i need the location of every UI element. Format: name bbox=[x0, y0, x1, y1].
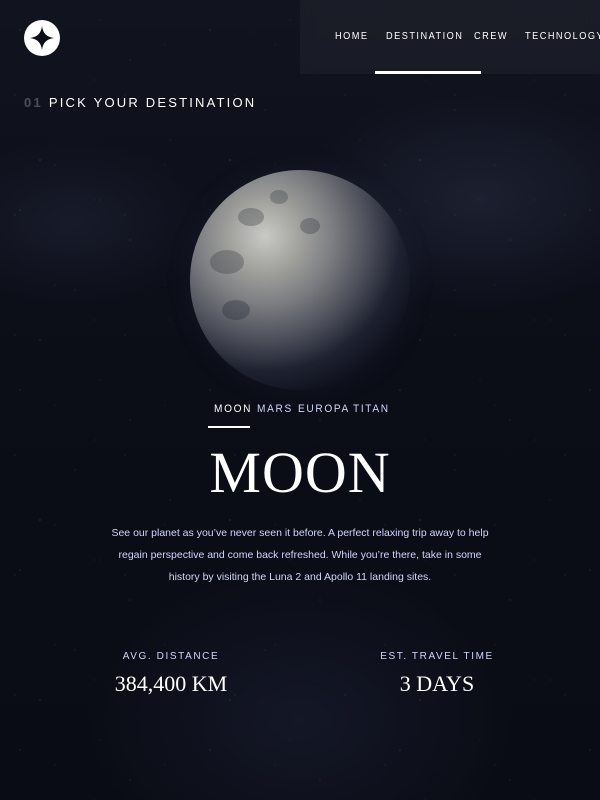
stat-distance-label: AVG. DISTANCE bbox=[122, 651, 220, 662]
nav-item-destination[interactable]: DESTINATION bbox=[374, 0, 482, 74]
tab-moon[interactable]: MOON bbox=[207, 403, 255, 428]
stat-travel-label: EST. TRAVEL TIME bbox=[380, 651, 494, 662]
stat-distance: AVG. DISTANCE 384,400 KM bbox=[71, 650, 271, 698]
moon-image bbox=[190, 170, 410, 390]
moon-crater bbox=[222, 300, 250, 320]
tab-label: EUROPA bbox=[298, 403, 350, 415]
nav-item-home[interactable]: HOME bbox=[335, 0, 371, 74]
tab-label: TITAN bbox=[353, 403, 390, 415]
moon-crater bbox=[300, 218, 320, 234]
tab-label: MOON bbox=[214, 403, 253, 415]
star-logo-icon bbox=[30, 26, 54, 50]
stat-travel-value: 3 DAYS bbox=[399, 671, 475, 696]
nav-item-label: DESTINATION bbox=[386, 31, 464, 42]
tab-europa[interactable]: EUROPA bbox=[298, 403, 354, 415]
page-title: PICK YOUR DESTINATION bbox=[48, 95, 257, 110]
tab-mars[interactable]: MARS bbox=[257, 403, 296, 415]
destination-name: MOON bbox=[209, 440, 391, 505]
logo[interactable] bbox=[24, 20, 60, 56]
tab-label: MARS bbox=[257, 403, 293, 415]
destination-tabs: MOON MARS EUROPA TITAN bbox=[0, 403, 600, 433]
page-heading: 01 PICK YOUR DESTINATION bbox=[24, 95, 256, 110]
stat-distance-value: 384,400 KM bbox=[114, 671, 228, 696]
nav-item-label: TECHNOLOGY bbox=[525, 31, 600, 42]
moon-crater bbox=[270, 190, 288, 204]
destination-description: See our planet as you’ve never seen it b… bbox=[111, 527, 489, 583]
nav-item-crew[interactable]: CREW bbox=[474, 0, 511, 74]
nav-item-label: HOME bbox=[335, 31, 369, 42]
main-nav: HOME DESTINATION CREW TECHNOLOGY bbox=[300, 0, 600, 74]
nav-item-technology[interactable]: TECHNOLOGY bbox=[525, 0, 600, 74]
moon-crater bbox=[210, 250, 244, 274]
moon-crater bbox=[238, 208, 264, 226]
tab-titan[interactable]: TITAN bbox=[353, 403, 393, 415]
page-number: 01 bbox=[24, 95, 43, 110]
nav-item-label: CREW bbox=[474, 31, 508, 42]
divider bbox=[40, 620, 560, 621]
stat-travel-time: EST. TRAVEL TIME 3 DAYS bbox=[337, 650, 537, 698]
